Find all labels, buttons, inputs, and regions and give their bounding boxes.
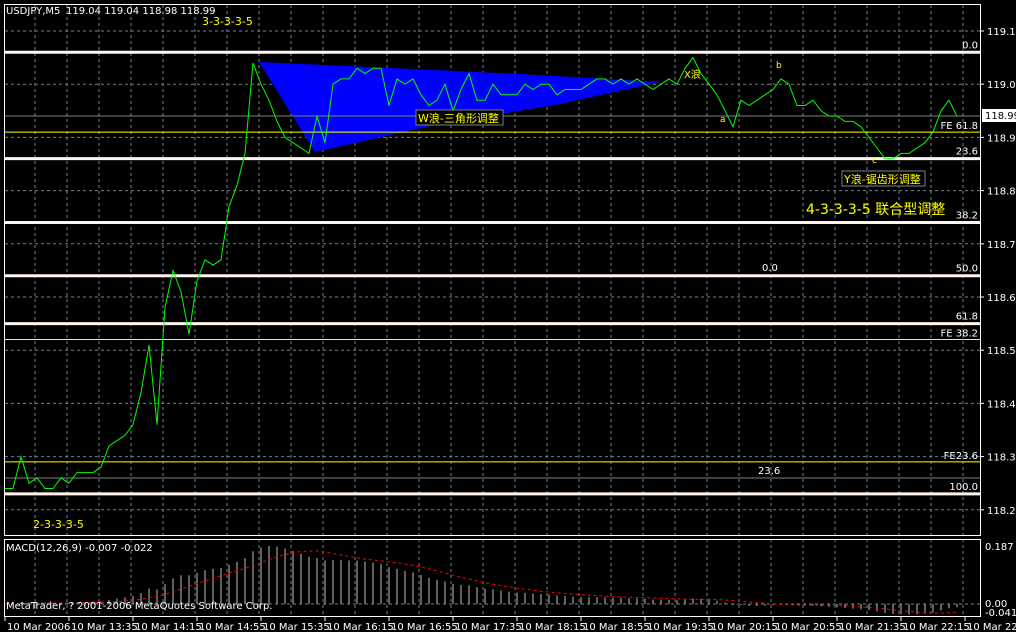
time-tick-label: 10 Mar 14:15 [135, 622, 202, 632]
time-tick-label: 10 Mar 21:35 [839, 622, 906, 632]
time-tick-label: 10 Mar 19:35 [647, 622, 714, 632]
price-tick-label: 118.75 [987, 240, 1016, 251]
price-tick-label: 118.25 [987, 506, 1016, 517]
wave-a-label: a [720, 115, 726, 125]
price-tick-label: 119.15 [987, 27, 1016, 38]
combo-label: 4-3-3-3-5 联合型调整 [806, 202, 945, 218]
bottom-wave-count: 2-3-3-3-5 [33, 518, 84, 531]
price-tick-label: 118.45 [987, 399, 1016, 410]
inner-fib-zero-label: 0.0 [762, 263, 778, 274]
price-tick-label: 118.55 [987, 346, 1016, 357]
time-tick-label: 10 Mar 16:55 [391, 622, 458, 632]
time-axis[interactable]: 10 Mar 2006 10 Mar 13:3510 Mar 14:1510 Ma… [4, 617, 1016, 632]
price-tick-label: 119.05 [987, 80, 1016, 91]
price-tick-label: 118.95 [987, 133, 1016, 144]
w-wave-label: W浪-三角形调整 [418, 111, 499, 125]
time-tick-label: 10 Mar 18:15 [519, 622, 586, 632]
copyright: MetaTrader, ? 2001-2006 MetaQuotes Softw… [6, 601, 272, 612]
time-tick-label: 10 Mar 18:55 [583, 622, 650, 632]
current-price-label: 118.99 [985, 111, 1016, 122]
price-chart[interactable]: 0.0 23.6 38.2 50.0 61.8 100.0 FE 61.8 FE 38.2 FE… [0, 0, 1016, 632]
wave-c-label: c [872, 156, 877, 166]
wave-b-label: b [776, 61, 782, 71]
fe-level-label: FE 38.2 [940, 329, 978, 340]
price-axis[interactable]: 119.15 119.05 118.95 118.85 118.75 118.65 118.… [980, 27, 1016, 517]
time-tick-label: 10 Mar 13:35 [71, 622, 138, 632]
fib-level-label: 50.0 [956, 264, 978, 275]
y-wave-label: Y浪-锯齿形调整 [843, 172, 921, 186]
inner-fib-23-label: 23.6 [758, 466, 780, 477]
time-tick-label: 10 Mar 22:15 [903, 622, 970, 632]
macd-min-label: -0.041 [985, 608, 1016, 619]
fib-level-label: 100.0 [949, 482, 978, 493]
time-tick-label: 10 Mar 20:55 [775, 622, 842, 632]
time-tick-label: 10 Mar 22:55 [967, 622, 1016, 632]
price-tick-label: 118.65 [987, 293, 1016, 304]
triangle-drawing[interactable] [259, 62, 660, 152]
fib-level-label: 38.2 [956, 211, 978, 222]
time-tick-label: 10 Mar 16:15 [327, 622, 394, 632]
macd-max-label: 0.187 [985, 542, 1014, 553]
chart-header: USDJPY,M5 [6, 6, 60, 17]
fib-level-label: 23.6 [956, 147, 978, 158]
fib-level-label: 0.0 [962, 40, 978, 51]
time-tick-label: 10 Mar 15:35 [263, 622, 330, 632]
fib-level-label: 61.8 [956, 312, 978, 323]
time-tick-label: 10 Mar 20:15 [711, 622, 778, 632]
time-tick-label: 10 Mar 14:55 [199, 622, 266, 632]
fe-level-label: FE 61.8 [940, 121, 978, 132]
fe-level-label: FE23.6 [944, 451, 978, 462]
price-tick-label: 118.35 [987, 453, 1016, 464]
top-wave-count: 3-3-3-3-5 [202, 15, 253, 28]
time-tick-label: 10 Mar 2006 [7, 622, 70, 632]
ohlc-values: 119.04 119.04 118.98 118.99 [66, 6, 216, 17]
macd-title: MACD(12,26,9) -0.007 -0.022 [6, 543, 153, 554]
x-wave-label: X浪 [684, 68, 701, 81]
price-tick-label: 118.85 [987, 187, 1016, 198]
time-tick-label: 10 Mar 17:35 [455, 622, 522, 632]
